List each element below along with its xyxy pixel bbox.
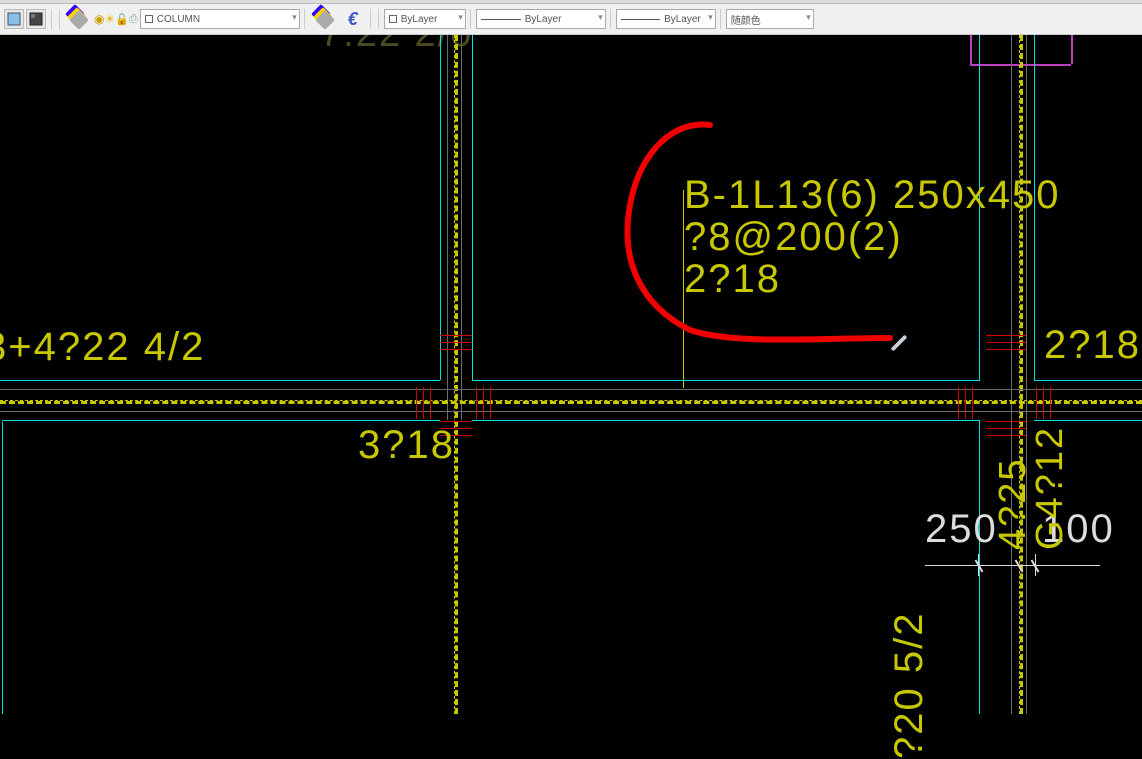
layer-toggle-icons: ◉ ☀ 🔓 ⎙: [94, 12, 138, 26]
beam-edge: [1034, 420, 1142, 421]
grid-line: [2, 422, 3, 714]
lineweight-dropdown[interactable]: ByLayer: [616, 9, 716, 29]
grid-line: [454, 35, 458, 714]
tool-btn-2[interactable]: [26, 9, 46, 29]
lineweight-dropdown-label: ByLayer: [664, 14, 701, 25]
grid-line: [0, 411, 1142, 412]
beam-edge: [472, 380, 980, 381]
grid-line: [440, 35, 441, 329]
dim-250: 250: [925, 507, 998, 552]
beam-label-line2: ?8@200(2): [684, 215, 903, 260]
layer-states-icon[interactable]: [310, 5, 338, 33]
beam-edge: [472, 420, 980, 421]
magenta-edge: [970, 35, 972, 64]
magenta-edge: [1071, 35, 1073, 64]
grid-line: [447, 35, 448, 329]
lock-icon[interactable]: 🔓: [115, 13, 129, 26]
color-dropdown[interactable]: ByLayer: [384, 9, 466, 29]
brush-cursor-icon: [891, 335, 908, 352]
beam-edge: [0, 380, 440, 381]
grid-line: [1026, 35, 1027, 714]
toolbar: ◉ ☀ 🔓 ⎙ COLUMN € ByLayer ByLayer ByLayer…: [0, 3, 1142, 35]
dimension-line: [925, 565, 1100, 566]
beam-edge: [2, 420, 440, 421]
layer-dropdown[interactable]: COLUMN: [140, 9, 300, 29]
right-rebar-text: 2?18+: [1044, 323, 1142, 368]
tool-btn-1[interactable]: [4, 9, 24, 29]
grid-line: [1011, 35, 1012, 714]
linetype-dropdown[interactable]: ByLayer: [476, 9, 606, 29]
beam-label-line3: 2?18: [684, 257, 781, 302]
grid-line: [0, 389, 1142, 390]
sun-icon[interactable]: ☀: [104, 12, 115, 26]
beam-label-line1: B-1L13(6) 250x450: [684, 173, 1060, 218]
grid-line: [1019, 35, 1023, 714]
plotstyle-dropdown-label: 随颜色: [731, 12, 761, 27]
beam-edge: [1034, 380, 1142, 381]
vert-rebar-text-1: ?20 5/2: [887, 612, 932, 759]
vert-rebar-text-3: G4?12: [1029, 426, 1072, 550]
print-icon[interactable]: ⎙: [129, 13, 138, 26]
linetype-dropdown-label: ByLayer: [525, 14, 562, 25]
grid-line: [0, 400, 1142, 404]
drawing-canvas[interactable]: 7.22 2/0: [0, 35, 1142, 714]
bulb-icon[interactable]: ◉: [94, 12, 104, 26]
layer-dropdown-label: COLUMN: [157, 14, 200, 25]
grid-line: [472, 35, 473, 329]
plotstyle-dropdown[interactable]: 随颜色: [726, 9, 814, 29]
color-dropdown-label: ByLayer: [401, 14, 438, 25]
mid-rebar-text: 3?18: [358, 423, 455, 468]
euro-tool-icon[interactable]: €: [340, 9, 366, 29]
left-rebar-text: 3+4?22 4/2: [0, 325, 205, 370]
grid-line: [461, 35, 462, 329]
layer-manager-icon[interactable]: [64, 5, 92, 33]
